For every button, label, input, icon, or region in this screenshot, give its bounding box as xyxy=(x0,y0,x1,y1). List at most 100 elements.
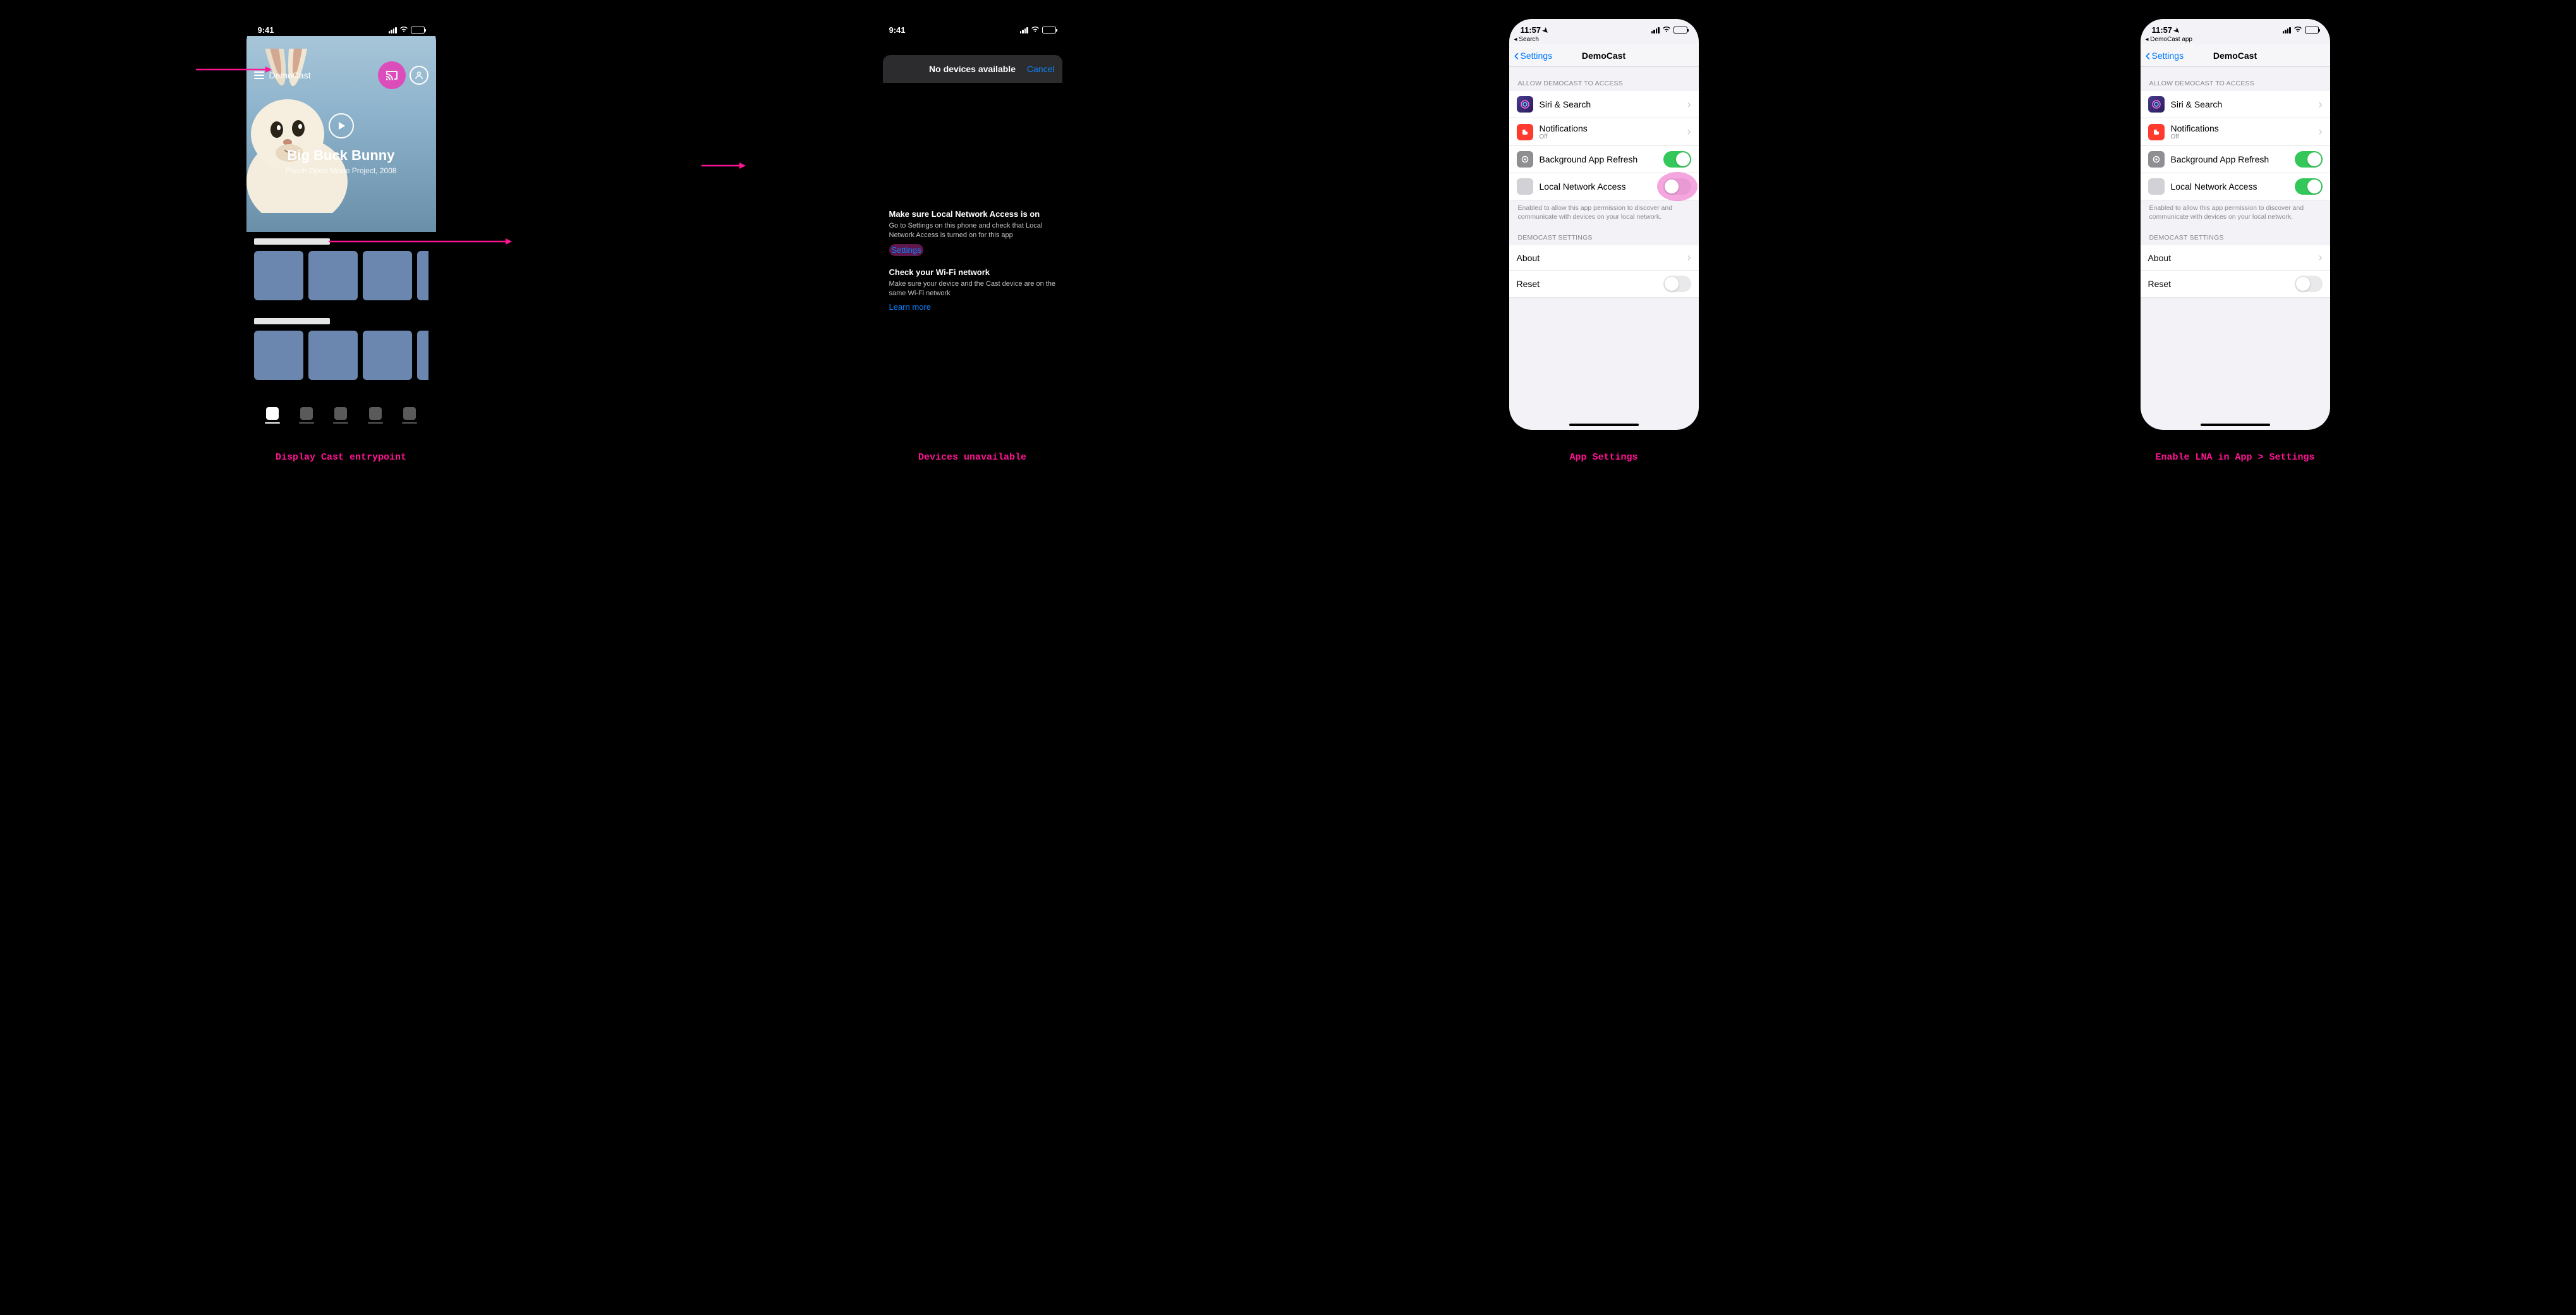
home-indicator xyxy=(1569,424,1639,426)
content-tile[interactable] xyxy=(308,251,358,300)
clock: 9:41 xyxy=(258,25,274,35)
profile-button[interactable] xyxy=(410,66,428,85)
cell-label: About xyxy=(1517,253,1687,263)
tab-item[interactable] xyxy=(265,407,280,424)
phone-lna-enabled: 11:57➤ ◂ DemoCast app Settings DemoCast … xyxy=(2141,19,2330,430)
chevron-right-icon xyxy=(2319,251,2323,264)
tray-label-placeholder xyxy=(254,318,330,324)
section-header-access: Allow DemoCast to Access xyxy=(2141,67,2330,91)
content-tile[interactable] xyxy=(417,331,428,380)
chevron-right-icon xyxy=(2319,98,2323,111)
cell-lna[interactable]: Local Network Access xyxy=(1509,173,1699,200)
status-icons xyxy=(2283,25,2319,35)
clock: 11:57➤ xyxy=(1521,25,1549,35)
person-icon xyxy=(415,71,423,80)
chevron-right-icon xyxy=(2319,125,2323,138)
signal-icon xyxy=(389,27,397,34)
cell-about[interactable]: About xyxy=(2141,245,2330,271)
cast-icon xyxy=(386,70,398,80)
cell-label: Local Network Access xyxy=(1540,181,1663,192)
wifi-icon xyxy=(2293,25,2302,35)
clock: 11:57➤ xyxy=(2152,25,2180,35)
toggle-bg-refresh[interactable] xyxy=(1663,151,1691,168)
toggle-bg-refresh[interactable] xyxy=(2295,151,2323,168)
notifications-icon xyxy=(2148,124,2165,140)
settings-link[interactable]: Settings xyxy=(889,244,924,256)
signal-icon xyxy=(2283,27,2291,34)
cell-siri[interactable]: Siri & Search xyxy=(2141,91,2330,118)
caption: Display Cast entrypoint xyxy=(276,452,406,463)
content-tile[interactable] xyxy=(363,251,412,300)
phone-cast-entry: 9:41 DemoCast xyxy=(246,19,436,430)
cell-reset[interactable]: Reset xyxy=(2141,271,2330,298)
section-header-app: DemoCast Settings xyxy=(1509,221,1699,245)
chevron-right-icon xyxy=(1687,125,1691,138)
cell-label: Notifications xyxy=(2171,123,2319,133)
cell-label: About xyxy=(2148,253,2319,263)
wifi-icon xyxy=(399,25,408,35)
battery-icon xyxy=(411,27,425,34)
section-header-app: DemoCast Settings xyxy=(2141,221,2330,245)
learn-more-link[interactable]: Learn more xyxy=(889,302,931,312)
toggle-lna[interactable] xyxy=(2295,178,2323,195)
cell-notifications[interactable]: Notifications Off xyxy=(1509,118,1699,146)
siri-icon xyxy=(1517,96,1533,113)
cell-reset[interactable]: Reset xyxy=(1509,271,1699,298)
tabbar xyxy=(246,407,436,424)
statusbar: 11:57➤ xyxy=(2141,19,2330,36)
cell-label: Background App Refresh xyxy=(1540,154,1663,164)
cell-label: Siri & Search xyxy=(1540,99,1687,109)
back-button[interactable]: Settings xyxy=(1514,51,1553,61)
tab-item[interactable] xyxy=(402,407,417,424)
menu-icon[interactable] xyxy=(254,71,264,79)
cell-label: Background App Refresh xyxy=(2171,154,2295,164)
back-button[interactable]: Settings xyxy=(2146,51,2184,61)
cell-bg-refresh[interactable]: Background App Refresh xyxy=(1509,146,1699,173)
toggle-lna[interactable] xyxy=(1663,178,1691,195)
home-indicator xyxy=(2201,424,2270,426)
toggle-reset[interactable] xyxy=(1663,276,1691,292)
cell-label: Reset xyxy=(2148,279,2295,289)
battery-icon xyxy=(1674,27,1687,34)
status-icons xyxy=(1020,25,1056,35)
content-tile[interactable] xyxy=(254,251,303,300)
content-tile[interactable] xyxy=(417,251,428,300)
toggle-reset[interactable] xyxy=(2295,276,2323,292)
cell-sublabel: Off xyxy=(1540,133,1687,140)
signal-icon xyxy=(1651,27,1660,34)
content-tile[interactable] xyxy=(308,331,358,380)
cell-about[interactable]: About xyxy=(1509,245,1699,271)
wifi-icon xyxy=(1662,25,1671,35)
cast-button[interactable] xyxy=(378,61,406,89)
content-tile[interactable] xyxy=(363,331,412,380)
cell-label: Siri & Search xyxy=(2171,99,2319,109)
lna-note: Enabled to allow this app permission to … xyxy=(1509,200,1699,221)
caption: App Settings xyxy=(1569,452,1637,463)
breadcrumb[interactable]: ◂ Search xyxy=(1509,36,1699,44)
tab-item[interactable] xyxy=(299,407,314,424)
info-heading-lna: Make sure Local Network Access is on xyxy=(889,209,1056,219)
clock: 9:41 xyxy=(889,25,906,35)
hero-title: Big Buck Bunny xyxy=(246,147,436,164)
cell-siri[interactable]: Siri & Search xyxy=(1509,91,1699,118)
statusbar: 9:41 xyxy=(878,19,1067,36)
navbar: Settings DemoCast xyxy=(1509,44,1699,67)
phone-no-devices: 9:41 No devices available Cancel Make su… xyxy=(878,19,1067,430)
cell-bg-refresh[interactable]: Background App Refresh xyxy=(2141,146,2330,173)
location-icon: ➤ xyxy=(2172,26,2182,36)
tray-label-placeholder xyxy=(254,238,330,245)
lna-note: Enabled to allow this app permission to … xyxy=(2141,200,2330,221)
cell-label: Notifications xyxy=(1540,123,1687,133)
tab-item[interactable] xyxy=(333,407,348,424)
nav-title: DemoCast xyxy=(1582,51,1625,61)
hero-section: DemoCast Big Buck Bunny Peach Open Movie… xyxy=(246,36,436,232)
breadcrumb[interactable]: ◂ DemoCast app xyxy=(2141,36,2330,44)
cell-lna[interactable]: Local Network Access xyxy=(2141,173,2330,200)
tray-section-1 xyxy=(246,232,436,300)
navbar: Settings DemoCast xyxy=(2141,44,2330,67)
content-tile[interactable] xyxy=(254,331,303,380)
play-button[interactable] xyxy=(329,113,354,138)
cancel-button[interactable]: Cancel xyxy=(1027,64,1055,74)
tab-item[interactable] xyxy=(368,407,383,424)
cell-notifications[interactable]: Notifications Off xyxy=(2141,118,2330,146)
